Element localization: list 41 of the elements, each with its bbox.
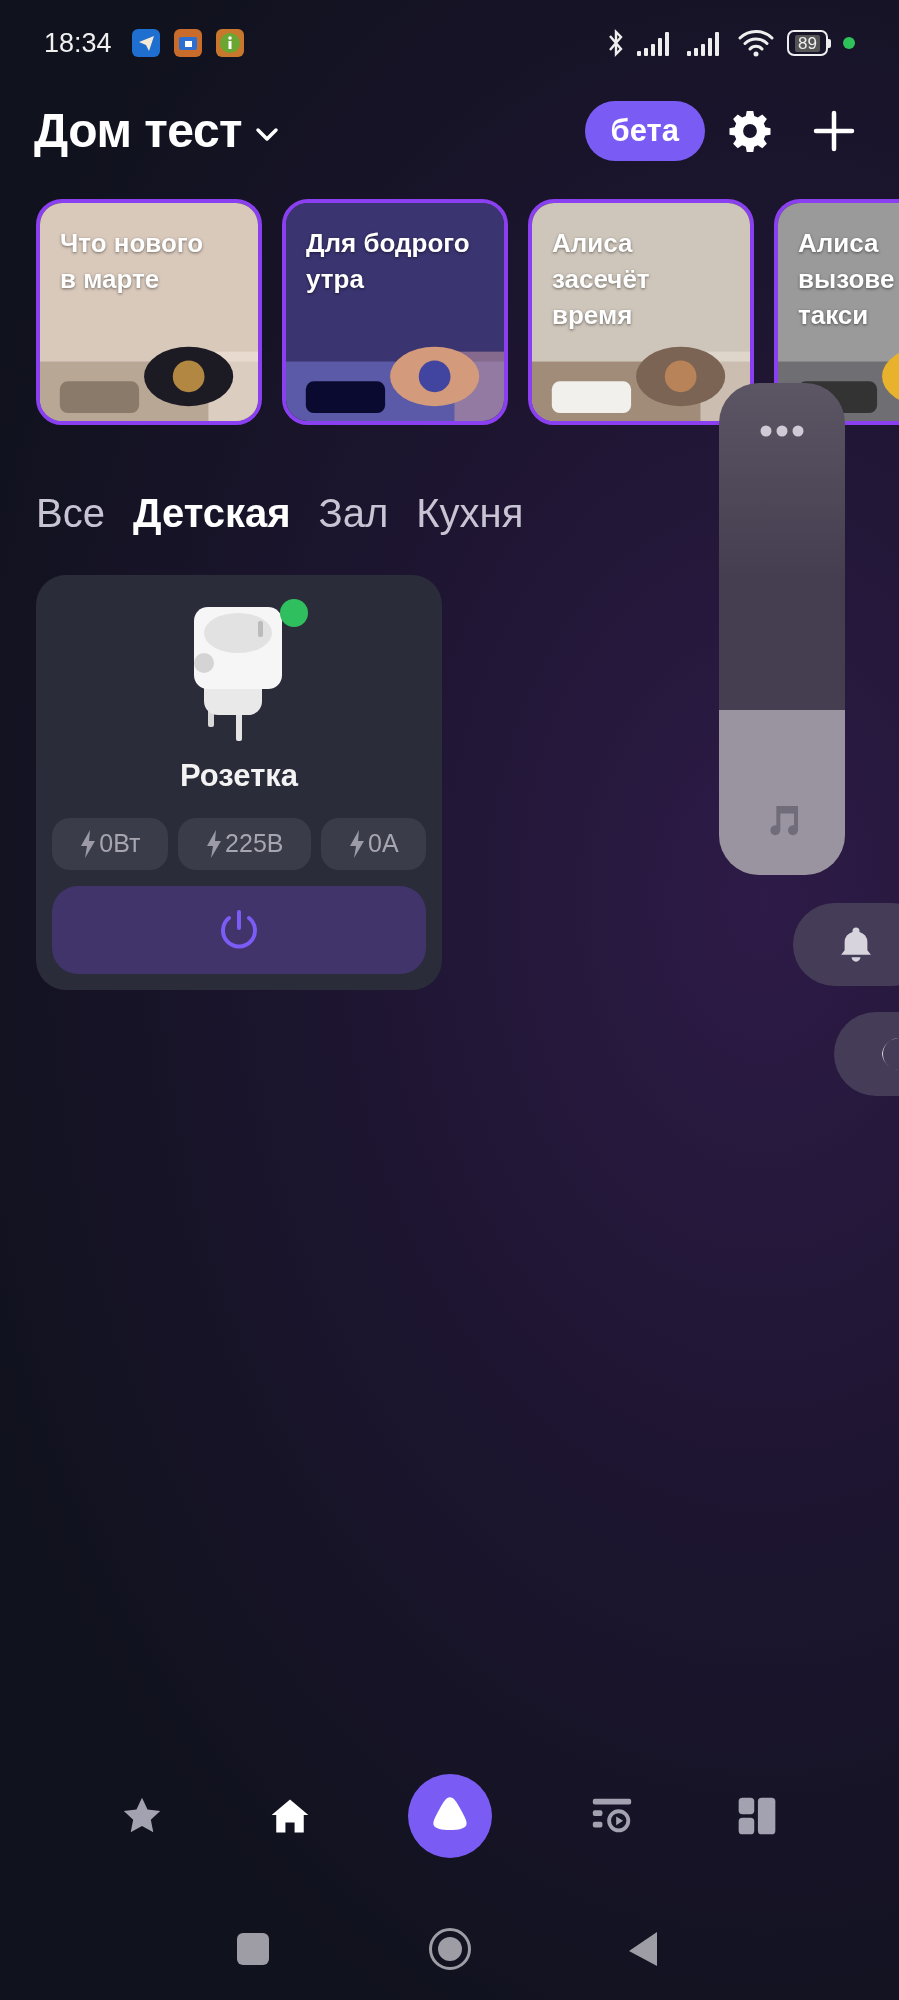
- story-title: время: [552, 299, 634, 332]
- story-title: Алиса: [798, 227, 880, 260]
- lightning-icon: [348, 828, 367, 859]
- status-dot-icon: [843, 37, 855, 49]
- reading-value: 225В: [225, 827, 284, 859]
- wifi-icon: [737, 28, 776, 58]
- back-icon[interactable]: [628, 1931, 658, 1967]
- story-title: Алиса: [552, 227, 634, 260]
- reading-value: 0Вт: [99, 827, 141, 859]
- story-title: в марте: [60, 263, 161, 296]
- story-title: засечёт: [552, 263, 651, 296]
- story-title: вызове: [798, 263, 896, 296]
- battery-percent: 89: [795, 34, 820, 52]
- room-tab[interactable]: Все: [36, 483, 105, 543]
- lightning-icon: [205, 828, 224, 859]
- home-circle-icon[interactable]: [428, 1927, 472, 1971]
- home-title[interactable]: Дом тест: [34, 95, 243, 167]
- story-title: утра: [306, 263, 365, 296]
- story-title: такси: [798, 299, 870, 332]
- device-card[interactable]: Розетка 0Вт 225В 0А: [36, 575, 442, 990]
- story-title: Для бодрого: [306, 227, 471, 260]
- story-card[interactable]: Для бодрого утра: [282, 199, 508, 425]
- room-tab[interactable]: Зал: [318, 483, 389, 543]
- story-title: Что нового: [60, 227, 205, 260]
- device-name: Розетка: [179, 757, 299, 795]
- settings-icon[interactable]: [727, 108, 773, 154]
- room-tab[interactable]: Кухня: [416, 483, 524, 543]
- clock-time: 18:34: [44, 26, 112, 60]
- lock-app-icon: [173, 29, 202, 57]
- more-icon[interactable]: [759, 424, 805, 438]
- info-app-icon: [215, 29, 244, 57]
- lightning-icon: [79, 828, 98, 859]
- add-icon[interactable]: [813, 110, 855, 152]
- reading-value: 0А: [368, 827, 399, 859]
- room-tab[interactable]: Детская: [132, 483, 291, 543]
- recents-icon[interactable]: [237, 1933, 269, 1965]
- paper-plane-icon: [131, 29, 160, 57]
- chevron-down-icon[interactable]: [254, 125, 281, 143]
- bell-button[interactable]: [793, 903, 899, 986]
- volume-dialog[interactable]: [719, 383, 845, 875]
- beta-badge[interactable]: бета: [584, 101, 705, 161]
